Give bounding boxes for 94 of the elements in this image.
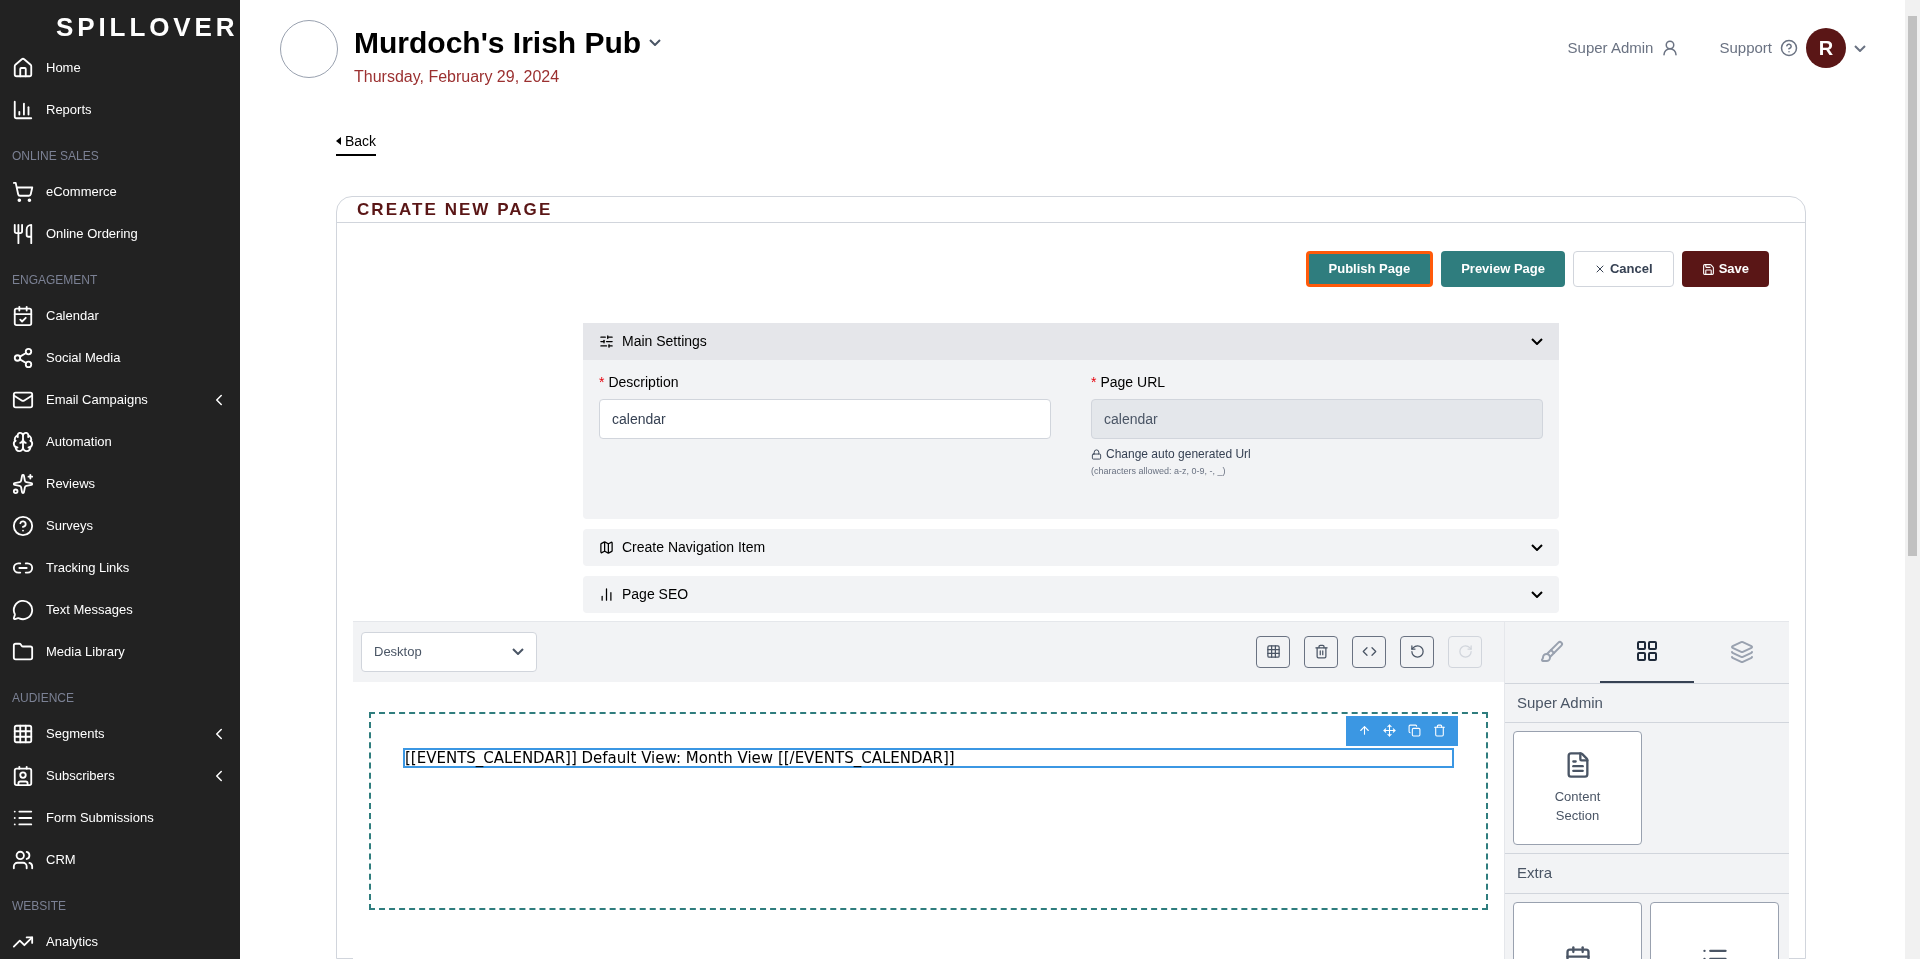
tool-button[interactable] bbox=[1400, 635, 1434, 668]
nav-icon bbox=[12, 347, 34, 369]
section-heading: ONLINE SALES bbox=[11, 148, 100, 165]
section-heading: WEBSITE bbox=[11, 898, 67, 915]
required-mark: * bbox=[1091, 373, 1097, 392]
nav-icon bbox=[12, 515, 34, 537]
sidebar-item[interactable]: Reports bbox=[0, 89, 240, 131]
chevron-icon[interactable] bbox=[649, 39, 662, 46]
chevron-icon bbox=[1531, 543, 1543, 551]
panel-icon bbox=[599, 334, 614, 349]
panel-icon bbox=[599, 539, 614, 555]
card-title: CREATE NEW PAGE bbox=[357, 198, 553, 221]
undo-icon bbox=[1409, 644, 1425, 659]
panel-header[interactable]: Create Navigation Item bbox=[583, 528, 1559, 566]
brand-logo: SPILLOVER bbox=[56, 11, 239, 44]
nav-icon bbox=[12, 389, 34, 411]
device-select[interactable]: Desktop bbox=[361, 631, 537, 672]
tool-button[interactable] bbox=[1304, 635, 1338, 668]
close-icon bbox=[1594, 263, 1606, 275]
nav-icon bbox=[12, 99, 34, 121]
nav-icon bbox=[12, 723, 34, 745]
back-link[interactable]: Back bbox=[336, 130, 377, 156]
nav-icon bbox=[12, 431, 34, 453]
scrollbar[interactable] bbox=[1905, 0, 1920, 959]
nav-icon bbox=[12, 305, 34, 327]
nav-icon bbox=[12, 181, 34, 203]
move-up-icon[interactable] bbox=[1358, 724, 1371, 737]
field-label: Description bbox=[608, 373, 679, 392]
chevron-icon bbox=[512, 648, 524, 655]
input-field[interactable]: calendar bbox=[599, 399, 1051, 439]
action-button[interactable]: Save bbox=[1681, 251, 1769, 287]
sidebar-item[interactable]: Surveys bbox=[0, 505, 240, 547]
chevron-icon bbox=[1531, 590, 1543, 598]
chevron-icon bbox=[1531, 338, 1543, 345]
help-icon bbox=[1780, 39, 1798, 57]
lock-icon bbox=[1091, 448, 1102, 460]
delete-icon[interactable] bbox=[1433, 724, 1446, 737]
save-icon bbox=[1701, 262, 1715, 276]
panel-header[interactable]: Main Settings bbox=[583, 323, 1559, 360]
move-icon[interactable] bbox=[1383, 724, 1396, 737]
nav-icon bbox=[12, 641, 34, 663]
copy-icon[interactable] bbox=[1408, 724, 1421, 737]
sidebar-item[interactable]: Online Ordering bbox=[0, 213, 240, 255]
redo-icon bbox=[1457, 644, 1473, 659]
chevron-icon[interactable] bbox=[1854, 44, 1866, 52]
nav-icon bbox=[12, 849, 34, 871]
brush-icon bbox=[1540, 640, 1565, 664]
sidebar-item[interactable]: Analytics bbox=[0, 921, 240, 959]
sidebar-item[interactable]: Segments bbox=[0, 713, 240, 755]
venue-title: Murdoch's Irish Pub bbox=[354, 25, 642, 61]
sidebar-item[interactable]: Tracking Links bbox=[0, 547, 240, 589]
field-label: Page URL bbox=[1100, 373, 1166, 392]
section-heading: AUDIENCE bbox=[11, 690, 75, 707]
sidebar-item[interactable]: Form Submissions bbox=[0, 797, 240, 839]
group-title: Super Admin bbox=[1505, 683, 1789, 723]
sidebar-item[interactable]: Subscribers bbox=[0, 755, 240, 797]
layers-icon bbox=[1729, 640, 1754, 664]
sidebar-item[interactable]: Text Messages bbox=[0, 589, 240, 631]
sidebar-item[interactable]: eCommerce bbox=[0, 171, 240, 213]
tool-button[interactable] bbox=[1256, 635, 1290, 668]
delete-icon bbox=[1313, 644, 1329, 659]
tool-button[interactable] bbox=[1352, 635, 1386, 668]
block-tile[interactable]: Content Section bbox=[1513, 731, 1642, 845]
content-block[interactable]: [[EVENTS_CALENDAR]] Default View: Month View [[/EVENTS_CALENDAR]] bbox=[403, 747, 1454, 768]
group-title: Extra bbox=[1505, 854, 1789, 894]
date-text: Thursday, February 29, 2024 bbox=[354, 67, 561, 87]
panel-icon bbox=[599, 586, 614, 602]
nav-icon bbox=[12, 599, 34, 621]
user-avatar[interactable]: R bbox=[1806, 28, 1846, 68]
nav-icon bbox=[12, 473, 34, 495]
action-button[interactable]: Publish Page bbox=[1305, 251, 1434, 287]
code-icon bbox=[1361, 644, 1377, 659]
nav-icon bbox=[12, 765, 34, 787]
admin-icon bbox=[1661, 39, 1680, 57]
hint-text: (characters allowed: a-z, 0-9, -, _) bbox=[1091, 465, 1227, 478]
sidebar-item[interactable]: Home bbox=[0, 47, 240, 89]
nav-icon bbox=[12, 57, 34, 79]
role-label: Super Admin bbox=[1567, 37, 1654, 58]
section-heading: ENGAGEMENT bbox=[11, 272, 99, 289]
sidebar-item[interactable]: Media Library bbox=[0, 631, 240, 673]
sidebar-item[interactable]: Automation bbox=[0, 421, 240, 463]
panel-header[interactable]: Page SEO bbox=[583, 575, 1559, 613]
sidebar-item[interactable]: Social Media bbox=[0, 337, 240, 379]
sidebar-item[interactable]: Email Campaigns bbox=[0, 379, 240, 421]
nav-icon bbox=[12, 223, 34, 245]
support-link[interactable]: Support bbox=[1719, 36, 1772, 60]
action-button[interactable]: Preview Page bbox=[1441, 251, 1565, 287]
sidebar-item[interactable]: Reviews bbox=[0, 463, 240, 505]
caret-icon bbox=[336, 137, 341, 145]
grid-icon bbox=[1635, 639, 1659, 663]
required-mark: * bbox=[599, 373, 605, 392]
sidebar-item[interactable]: CRM bbox=[0, 839, 240, 881]
action-button[interactable]: Cancel bbox=[1573, 251, 1674, 287]
sidebar-item[interactable]: Calendar bbox=[0, 295, 240, 337]
